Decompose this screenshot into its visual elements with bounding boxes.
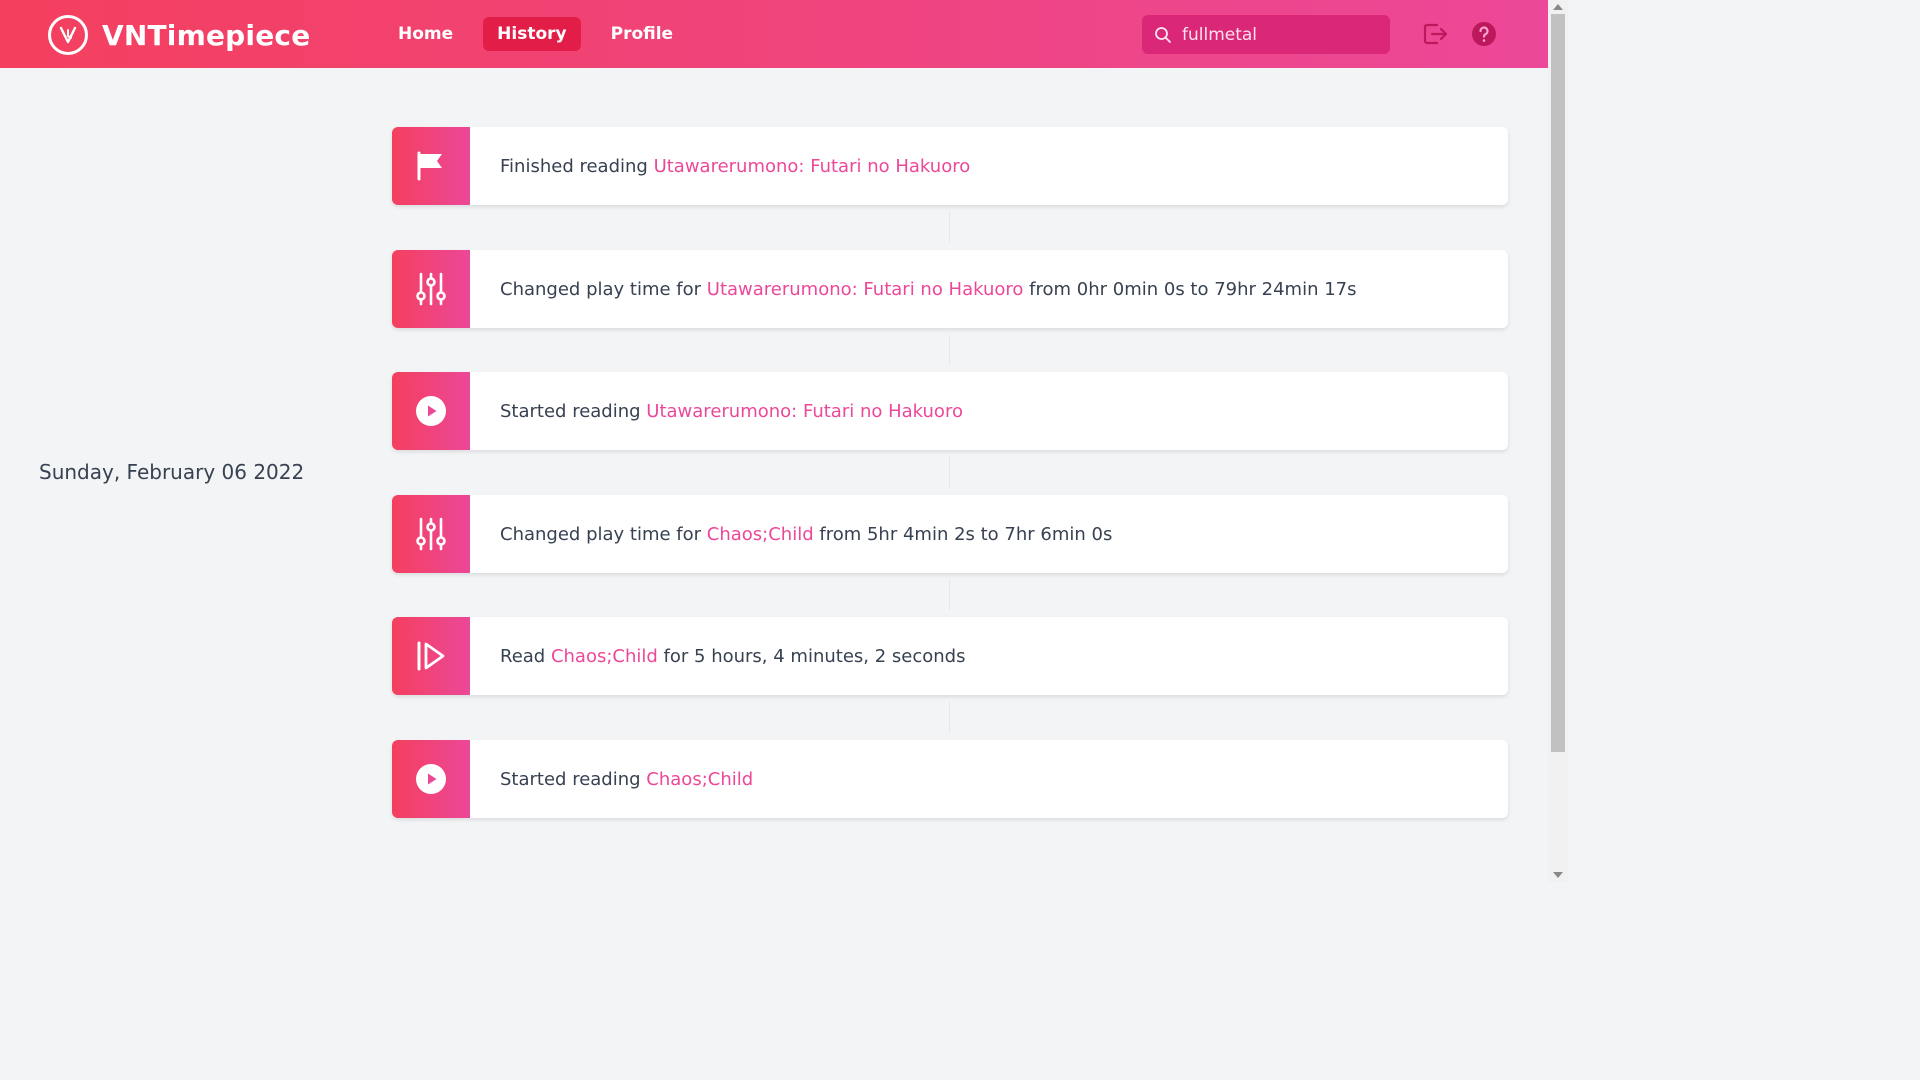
event-text: Finished reading Utawarerumono: Futari n… [500,155,971,177]
page-scrollbar[interactable] [1548,0,1568,882]
sliders-icon [416,272,446,306]
logout-icon[interactable] [1421,20,1449,48]
vn-title-link[interactable]: Chaos;Child [707,524,814,545]
history-event: Changed play time for Chaos;Child from 5… [392,495,1508,573]
search-icon [1155,26,1171,43]
search-input[interactable] [1182,24,1382,45]
event-text: Changed play time for Utawarerumono: Fut… [500,278,1357,300]
nav-profile[interactable]: Profile [597,17,687,51]
play-circle-icon [416,396,446,426]
history-event: Started reading Chaos;Child [392,740,1508,818]
history-event: Finished reading Utawarerumono: Futari n… [392,127,1508,205]
scroll-down-arrow[interactable] [1553,872,1563,878]
logo-icon [48,15,88,55]
scroll-up-arrow[interactable] [1553,4,1563,10]
main-nav: Home History Profile [384,17,703,51]
nav-history[interactable]: History [483,17,581,51]
history-event: Changed play time for Utawarerumono: Fut… [392,250,1508,328]
vn-title-link[interactable]: Chaos;Child [646,769,753,790]
history-event: Started reading Utawarerumono: Futari no… [392,372,1508,450]
flag-icon [417,151,442,181]
vn-title-link[interactable]: Utawarerumono: Futari no Hakuoro [646,401,963,422]
event-text: Changed play time for Chaos;Child from 5… [500,523,1113,545]
event-text: Started reading Utawarerumono: Futari no… [500,400,963,422]
app-name: VNTimepiece [102,18,311,52]
history-event: Read Chaos;Child for 5 hours, 4 minutes,… [392,617,1508,695]
event-text: Started reading Chaos;Child [500,768,754,790]
event-text: Read Chaos;Child for 5 hours, 4 minutes,… [500,645,966,667]
resume-icon [417,641,445,671]
history-date: Sunday, February 06 2022 [39,460,305,484]
vn-title-link[interactable]: Utawarerumono: Futari no Hakuoro [707,279,1024,300]
play-circle-icon [416,764,446,794]
help-icon[interactable] [1470,20,1498,48]
timeline-connector [949,702,950,732]
app-logo[interactable]: VNTimepiece [48,15,310,55]
vn-title-link[interactable]: Utawarerumono: Futari no Hakuoro [654,156,971,177]
search-box [1142,15,1390,54]
top-navbar: VNTimepiece Home History Profile [0,0,1548,68]
vn-title-link[interactable]: Chaos;Child [551,646,658,667]
scroll-thumb[interactable] [1551,14,1565,752]
timeline-connector [949,457,950,487]
timeline-connector [949,335,950,365]
timeline-connector [949,580,950,610]
nav-home[interactable]: Home [384,17,467,51]
sliders-icon [416,517,446,551]
timeline-connector [949,212,950,242]
